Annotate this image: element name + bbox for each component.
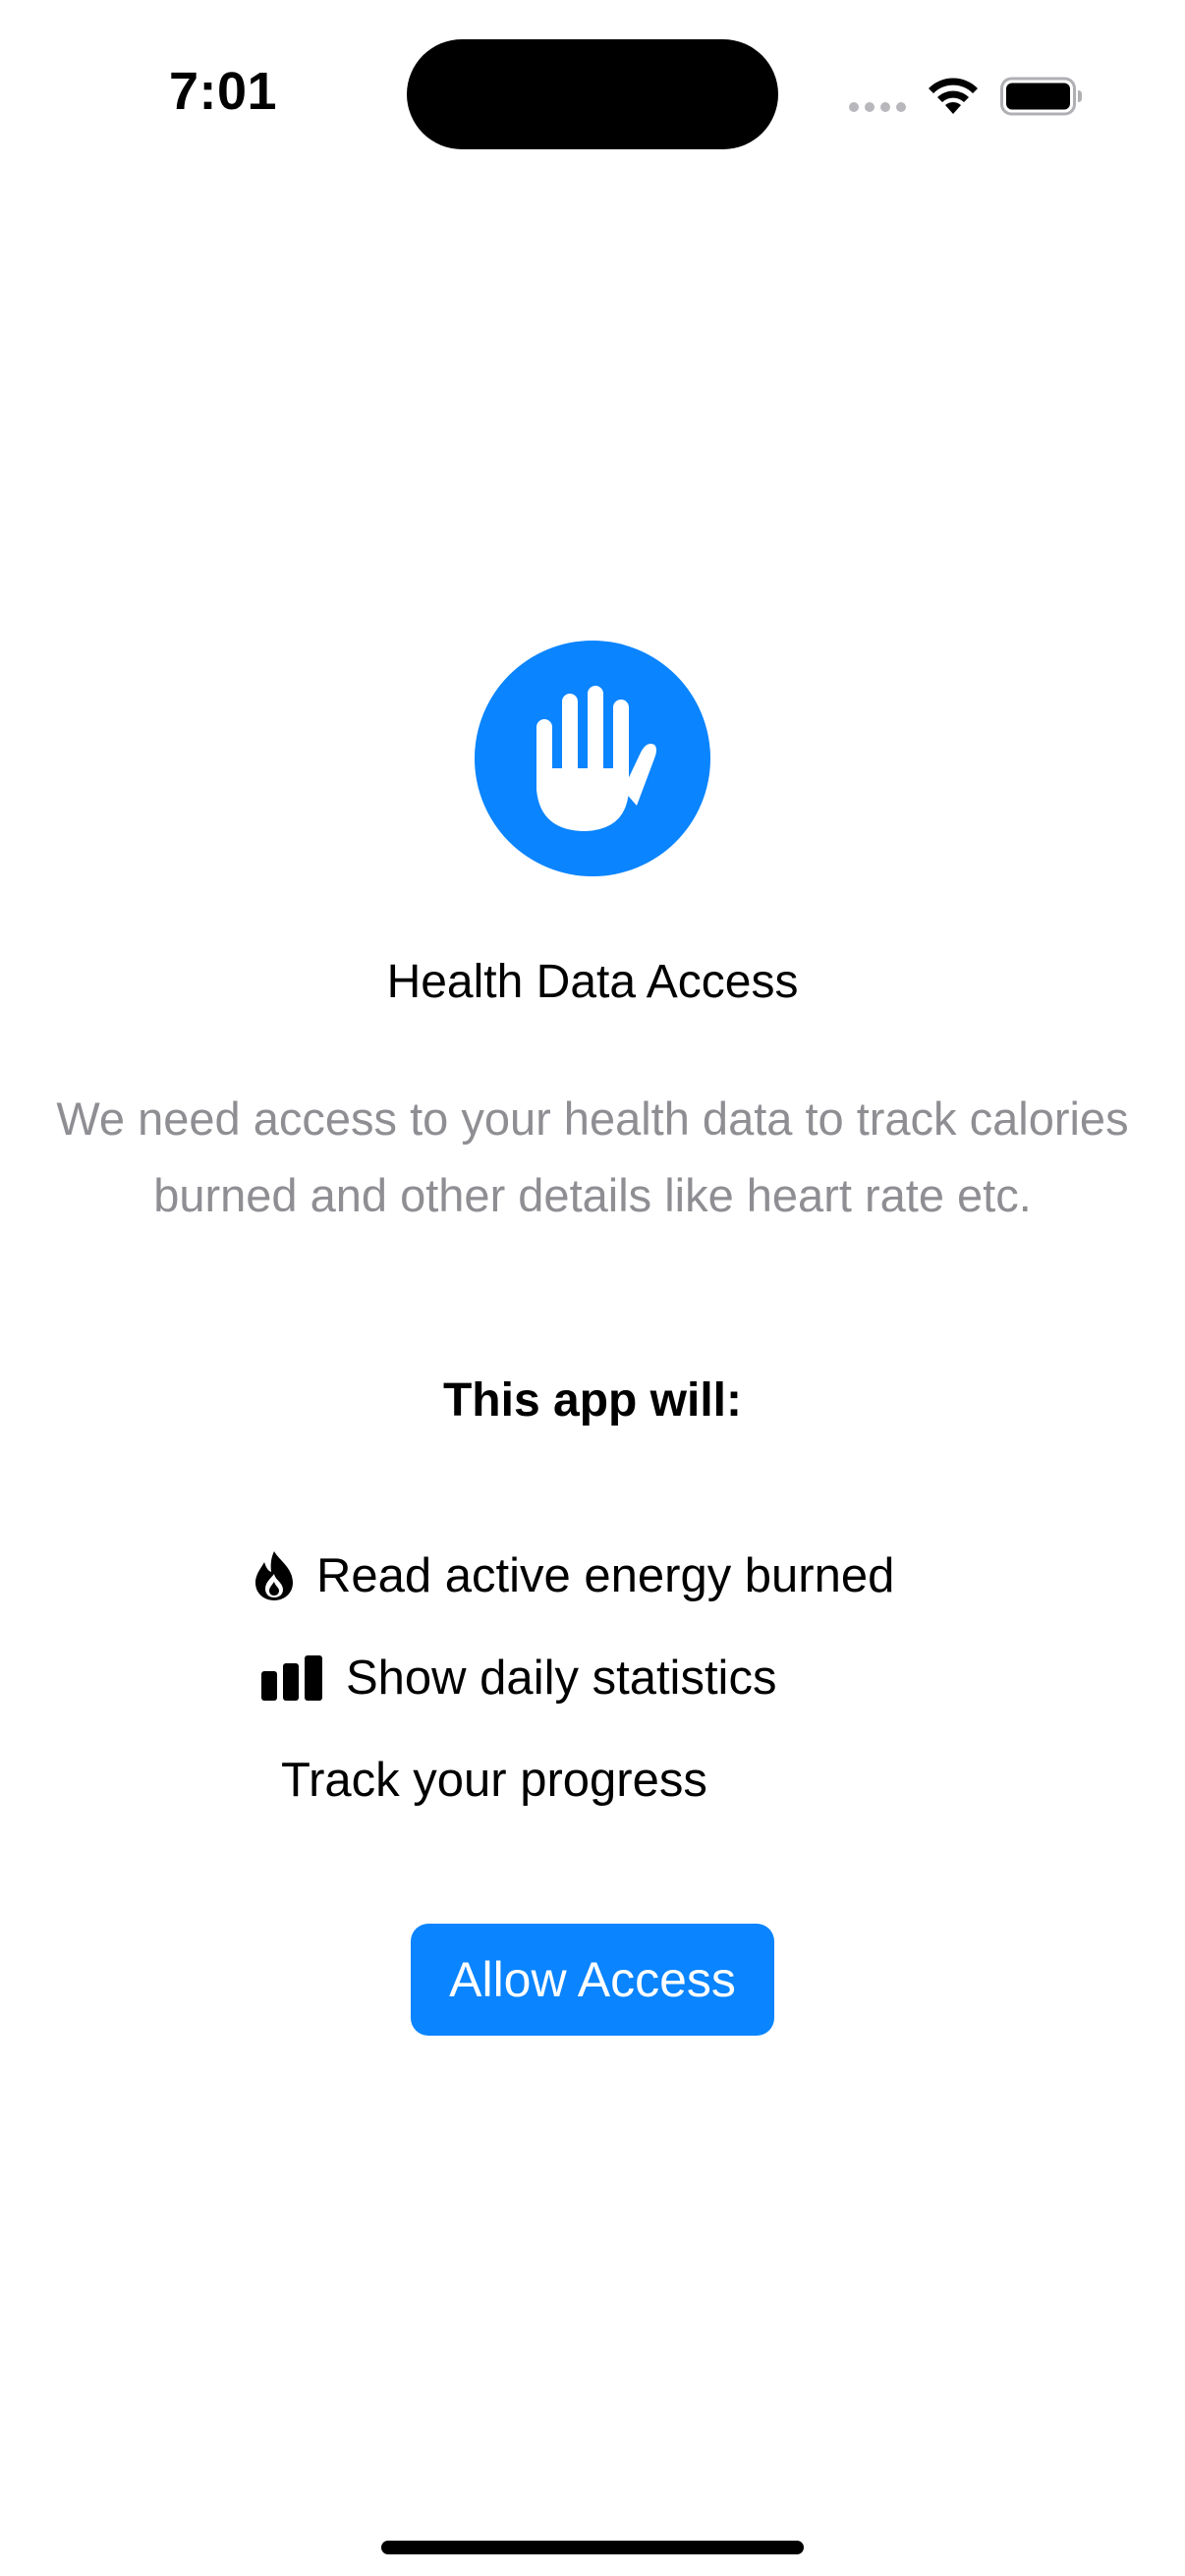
feature-label: Read active energy burned (316, 1549, 895, 1602)
page-title: Health Data Access (386, 956, 799, 1008)
cellular-signal-icon (849, 102, 908, 114)
feature-item-statistics: Show daily statistics (261, 1651, 776, 1706)
hand-raised-icon (536, 686, 656, 831)
feature-item-energy: Read active energy burned (254, 1548, 894, 1603)
home-indicator[interactable] (381, 2541, 804, 2554)
status-time: 7:01 (169, 62, 278, 121)
wifi-icon (929, 78, 978, 114)
bar-chart-icon (261, 1655, 324, 1701)
description-text: We need access to your health data to tr… (56, 1092, 1129, 1221)
battery-icon (1000, 77, 1082, 116)
feature-label: Show daily statistics (346, 1652, 777, 1705)
section-heading: This app will: (442, 1374, 742, 1427)
allow-access-button[interactable]: Allow Access (411, 1924, 774, 2036)
hero-icon-circle (475, 641, 710, 876)
feature-label: Track your progress (281, 1754, 707, 1807)
dynamic-island (407, 39, 778, 149)
flame-icon (254, 1550, 295, 1601)
feature-item-progress: Track your progress (281, 1753, 707, 1808)
